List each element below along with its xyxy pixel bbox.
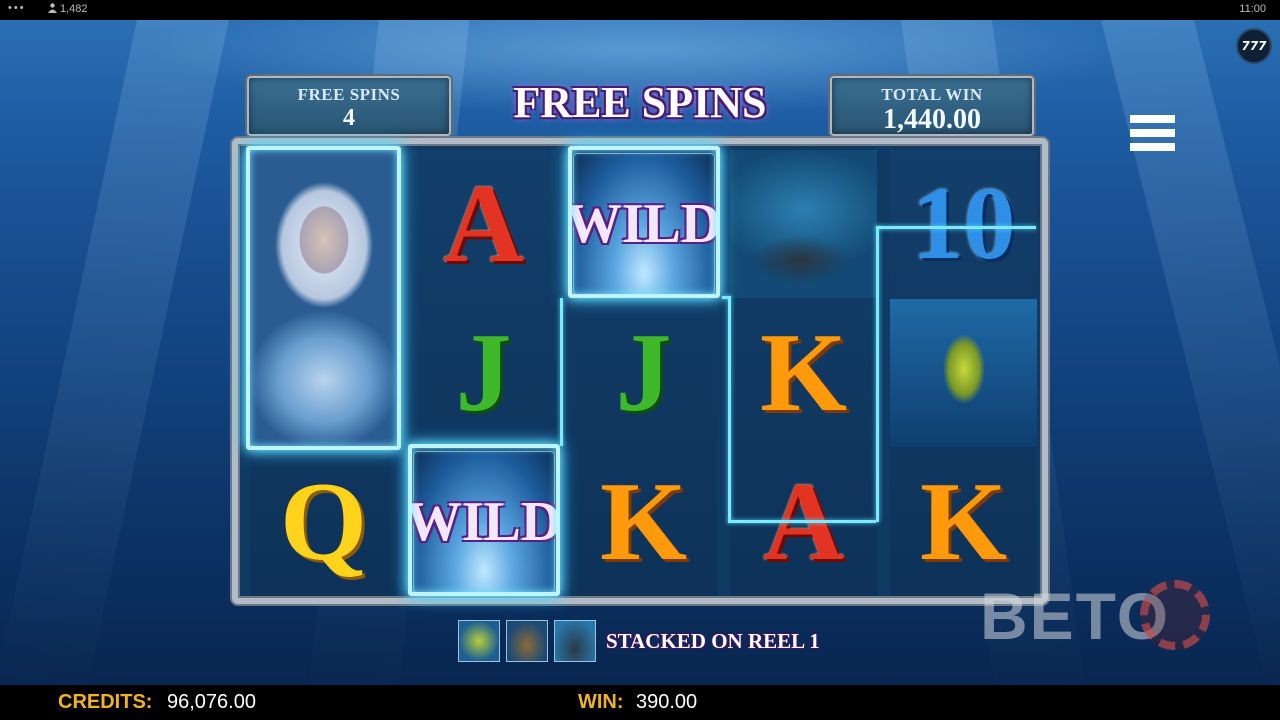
k-letter: K [759,311,848,435]
poker-chip-icon [1140,580,1210,650]
symbol-k: K [570,448,717,596]
reels-area: Q A J WILD WILD J K K A 10 K [246,146,1037,596]
person-icon [48,3,57,13]
payline-segment [728,520,876,523]
total-win-value: 1,440.00 [883,104,981,135]
menu-dots-icon[interactable]: ••• [8,2,26,14]
player-count: 1,482 [48,3,88,15]
j-letter: J [615,311,672,435]
win-value: 390.00 [636,691,698,713]
ten-number: 10 [911,166,1016,281]
free-spins-value: 4 [343,105,355,131]
win-highlight-wild-reel3 [568,146,720,298]
payline-segment [560,298,563,446]
symbol-j: J [410,299,557,447]
stacked-text: STACKED ON REEL 1 [606,628,820,653]
j-letter: J [455,311,512,435]
symbol-k: K [730,299,877,447]
win-highlight-mermaid [246,146,401,450]
symbol-a: A [410,150,557,298]
free-spins-counter: FREE SPINS 4 [247,76,451,136]
payline-segment [876,226,879,522]
free-spins-label: FREE SPINS [297,85,401,104]
symbol-j: J [570,299,717,447]
total-win-counter: TOTAL WIN 1,440.00 [830,76,1034,136]
reel-4: K A [730,150,877,596]
a-letter: A [443,162,524,286]
win-label: WIN: [578,691,624,713]
reef-image [730,150,877,298]
reel-frame: Q A J WILD WILD J K K A 10 K [232,138,1048,604]
symbol-q: Q [250,448,397,596]
leafy-sea-dragon-image [890,299,1037,447]
k-letter: K [599,460,688,584]
symbol-k: K [890,448,1037,596]
credits-label: CREDITS: [58,691,153,713]
payline-segment [728,296,731,522]
k-letter: K [919,460,1008,584]
reel-5: 10 K [890,150,1037,596]
payline-segment [876,226,1036,229]
777-badge-icon[interactable]: 777 [1236,28,1272,64]
win-highlight-wild-reel2 [408,444,560,596]
sea-dragon-symbol [890,299,1037,447]
player-count-value: 1,482 [60,3,88,15]
symbol-ten: 10 [890,150,1037,298]
stacked-info: STACKED ON REEL 1 [458,620,820,662]
status-bar: ••• 1,482 11:00 [0,0,1280,20]
leafy-sea-dragon-icon [458,620,500,662]
hamburger-menu-icon[interactable] [1130,115,1175,159]
credits-value: 96,076.00 [167,691,256,713]
q-letter: Q [279,460,368,584]
free-spins-title: FREE SPINS [513,78,767,127]
reef-symbol [730,150,877,298]
reef-icon [554,620,596,662]
total-win-label: TOTAL WIN [881,85,983,104]
footer-bar: CREDITS: 96,076.00 WIN: 390.00 [0,685,1280,720]
treasure-chest-icon [506,620,548,662]
clock: 11:00 [1239,3,1266,15]
